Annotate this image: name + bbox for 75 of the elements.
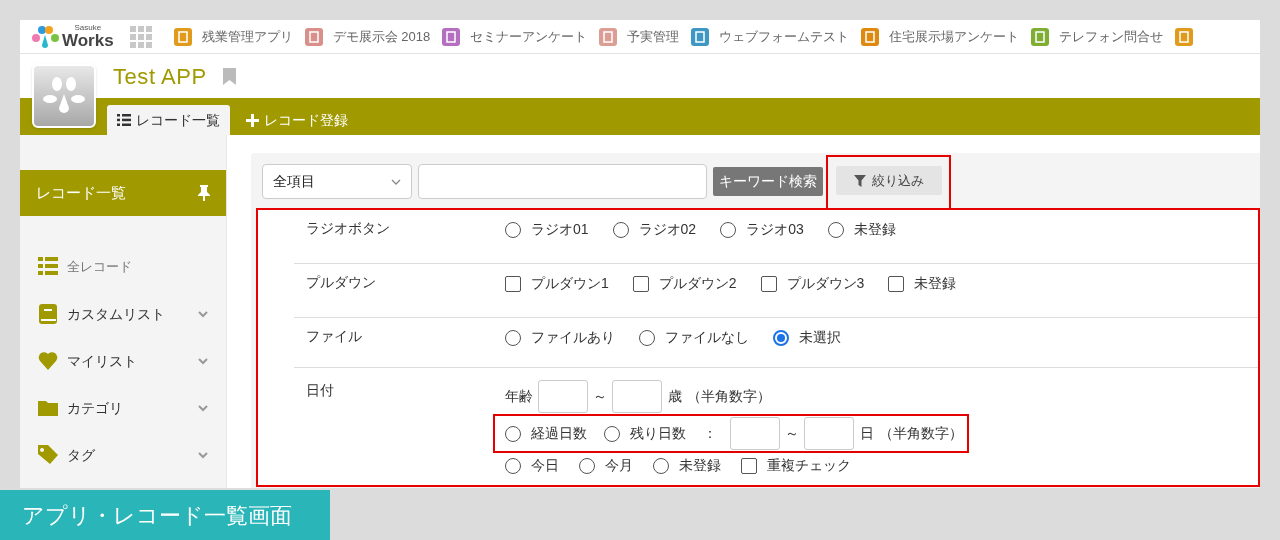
- checkbox[interactable]: [741, 457, 757, 474]
- drops-icon: [42, 76, 86, 116]
- bookmark-icon: [222, 67, 236, 85]
- option-label: 未選択: [799, 328, 841, 347]
- caption-banner: アプリ・レコード一覧画面: [0, 490, 330, 540]
- book-icon: [38, 304, 58, 324]
- radio-button[interactable]: [773, 329, 789, 346]
- app-title: Test APP: [113, 62, 207, 91]
- option-label: ラジオ03: [746, 220, 804, 239]
- option-label: 経過日数: [531, 424, 587, 443]
- sidebar-item[interactable]: カスタムリスト: [67, 303, 198, 325]
- sidebar-item[interactable]: マイリスト: [67, 350, 198, 372]
- tilde: ～: [785, 424, 799, 443]
- option-label: ファイルあり: [531, 328, 615, 347]
- filter-label: ラジオボタン: [305, 219, 391, 238]
- days-from-input[interactable]: [730, 417, 780, 450]
- filter-label: 日付: [305, 381, 335, 400]
- app-link[interactable]: デモ展示会 2018: [332, 26, 431, 47]
- age-to-input[interactable]: [612, 380, 662, 413]
- option-label: ラジオ01: [531, 220, 589, 239]
- app-link[interactable]: 住宅展示場アンケート: [889, 26, 1020, 47]
- option-label: 残り日数: [630, 424, 686, 443]
- option-label: ファイルなし: [665, 328, 749, 347]
- app-link[interactable]: セミナーアンケート: [470, 26, 588, 47]
- option-label: プルダウン2: [658, 274, 737, 293]
- filter-label: プルダウン: [305, 273, 377, 292]
- tag-icon: [38, 445, 58, 465]
- age-label: 年齢: [505, 387, 533, 406]
- sidebar-item[interactable]: タグ: [67, 444, 198, 466]
- app-link[interactable]: 予実管理: [627, 26, 680, 47]
- keyword-search-button[interactable]: キーワード検索: [713, 167, 823, 196]
- age-unit: 歳: [668, 387, 682, 406]
- field-select[interactable]: 全項目: [262, 164, 412, 199]
- option-label: 今日: [531, 456, 559, 475]
- heart-icon: [38, 351, 58, 371]
- app-link[interactable]: テレフォン問合せ: [1059, 26, 1164, 47]
- logo-icon: [30, 24, 60, 49]
- chevron-down-icon: [391, 178, 401, 185]
- option-label: プルダウン3: [786, 274, 865, 293]
- option-label: 重複チェック: [767, 456, 851, 475]
- keyword-input[interactable]: [418, 164, 707, 199]
- tilde: ～: [593, 387, 607, 406]
- option-label: 今月: [605, 456, 633, 475]
- checkbox[interactable]: [632, 275, 649, 292]
- folder-icon: [38, 398, 58, 418]
- checkbox[interactable]: [760, 275, 777, 292]
- app-link[interactable]: ウェブフォームテスト: [719, 26, 850, 47]
- format-note: （半角数字）: [879, 424, 963, 443]
- option-label: 未登録: [679, 456, 721, 475]
- option-label: プルダウン1: [531, 274, 609, 293]
- logo-text: Works: [62, 32, 114, 49]
- option-label: ラジオ02: [638, 220, 697, 239]
- option-label: 未登録: [853, 220, 896, 239]
- age-from-input[interactable]: [538, 380, 588, 413]
- logo-subtext: Sasuke: [74, 24, 102, 32]
- filter-label: ファイル: [305, 327, 363, 346]
- tab[interactable]: レコード一覧: [107, 105, 230, 135]
- checkbox[interactable]: [888, 275, 905, 292]
- sidebar-title: レコード一覧: [36, 182, 126, 203]
- funnel-icon: [853, 174, 866, 187]
- days-to-input[interactable]: [804, 417, 854, 450]
- colon: ：: [703, 424, 717, 443]
- sidebar-item[interactable]: 全レコード: [67, 257, 208, 277]
- checkbox[interactable]: [505, 275, 521, 292]
- filter-button[interactable]: 絞り込み: [835, 166, 942, 195]
- grid-menu-icon: [129, 25, 152, 48]
- option-label: 未登録: [914, 274, 957, 293]
- format-note: （半角数字）: [687, 387, 771, 406]
- list-icon: [38, 257, 58, 277]
- list-icon: [117, 114, 131, 126]
- sidebar-item[interactable]: カテゴリ: [67, 397, 198, 419]
- app-link[interactable]: 残業管理アプリ: [201, 26, 293, 47]
- plus-icon: [246, 113, 259, 127]
- day-unit: 日: [860, 424, 874, 443]
- pin-icon: [198, 185, 210, 201]
